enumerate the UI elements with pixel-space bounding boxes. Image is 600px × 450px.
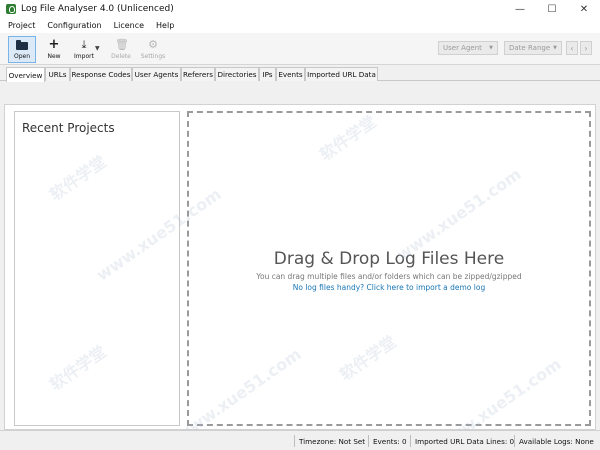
date-range-filter[interactable]: Date Range ▼: [504, 41, 562, 55]
window-title: Log File Analyser 4.0 (Unlicenced): [21, 4, 174, 14]
tab-directories[interactable]: Directories: [215, 67, 259, 81]
import-button[interactable]: ⤓ Import: [70, 36, 98, 63]
overview-panel: Recent Projects Drag & Drop Log Files He…: [4, 104, 596, 450]
open-label: Open: [13, 53, 31, 60]
filter-bar: [0, 82, 600, 104]
import-demo-log-link[interactable]: No log files handy? Click here to import…: [189, 283, 589, 292]
trash-icon: 🗑: [115, 38, 129, 51]
settings-label: Settings: [140, 53, 166, 60]
status-events: Events: 0: [373, 437, 407, 446]
status-divider: [294, 435, 295, 447]
log-drop-zone[interactable]: Drag & Drop Log Files Here You can drag …: [187, 111, 591, 426]
import-dropdown-caret-icon[interactable]: ▼: [95, 45, 100, 52]
window-controls: — ☐ ✕: [504, 0, 600, 18]
import-label: Import: [74, 53, 94, 60]
tab-overview[interactable]: Overview: [6, 67, 45, 82]
status-imported-lines: Imported URL Data Lines: 0: [415, 437, 515, 446]
tab-urls[interactable]: URLs: [45, 67, 70, 81]
close-button[interactable]: ✕: [568, 0, 600, 18]
status-divider: [410, 435, 411, 447]
user-agent-caret-icon: ▼: [489, 45, 493, 51]
user-agent-filter[interactable]: User Agent ▼: [438, 41, 498, 55]
drop-zone-title: Drag & Drop Log Files Here: [273, 249, 505, 269]
download-icon: ⤓: [81, 38, 87, 51]
toolbar: Open + New ⤓ Import ▼ 🗑 Delete ⚙ Setting…: [0, 33, 600, 65]
menu-licence[interactable]: Licence: [114, 21, 144, 30]
settings-button[interactable]: ⚙ Settings: [139, 36, 167, 63]
status-divider: [514, 435, 515, 447]
maximize-button[interactable]: ☐: [536, 0, 568, 18]
tab-ips[interactable]: IPs: [259, 67, 276, 81]
delete-label: Delete: [111, 53, 131, 60]
user-agent-label: User Agent: [443, 44, 482, 52]
tab-response-codes[interactable]: Response Codes: [70, 67, 132, 81]
status-timezone: Timezone: Not Set: [299, 437, 366, 446]
status-divider: [368, 435, 369, 447]
open-button[interactable]: Open: [8, 36, 36, 63]
recent-projects-title: Recent Projects: [22, 121, 115, 135]
tab-referers[interactable]: Referers: [181, 67, 215, 81]
status-available-logs: Available Logs: None: [519, 437, 594, 446]
folder-open-icon: [16, 40, 28, 50]
status-bar: Timezone: Not Set Events: 0 Imported URL…: [0, 430, 600, 450]
new-label: New: [47, 53, 61, 60]
date-range-caret-icon: ▼: [553, 45, 557, 51]
date-range-label: Date Range: [509, 44, 551, 52]
tab-strip: Overview URLs Response Codes User Agents…: [0, 66, 600, 82]
tab-user-agents[interactable]: User Agents: [132, 67, 181, 81]
tab-events[interactable]: Events: [276, 67, 305, 81]
recent-projects-panel: Recent Projects: [14, 111, 180, 426]
app-logo-icon: [6, 4, 16, 14]
menu-project[interactable]: Project: [8, 21, 35, 30]
title-bar: Log File Analyser 4.0 (Unlicenced) — ☐ ✕: [0, 0, 600, 18]
gear-icon: ⚙: [148, 38, 158, 51]
plus-icon: +: [48, 37, 60, 52]
tab-imported-url-data[interactable]: Imported URL Data: [305, 67, 378, 81]
drop-zone-subtitle: You can drag multiple files and/or folde…: [256, 272, 522, 281]
prev-button[interactable]: ‹: [566, 41, 578, 55]
new-button[interactable]: + New: [40, 36, 68, 63]
delete-button[interactable]: 🗑 Delete: [107, 36, 135, 63]
minimize-button[interactable]: —: [504, 0, 536, 18]
menu-configuration[interactable]: Configuration: [47, 21, 101, 30]
menu-help[interactable]: Help: [156, 21, 174, 30]
menu-bar: Project Configuration Licence Help: [0, 18, 600, 33]
next-button[interactable]: ›: [580, 41, 592, 55]
